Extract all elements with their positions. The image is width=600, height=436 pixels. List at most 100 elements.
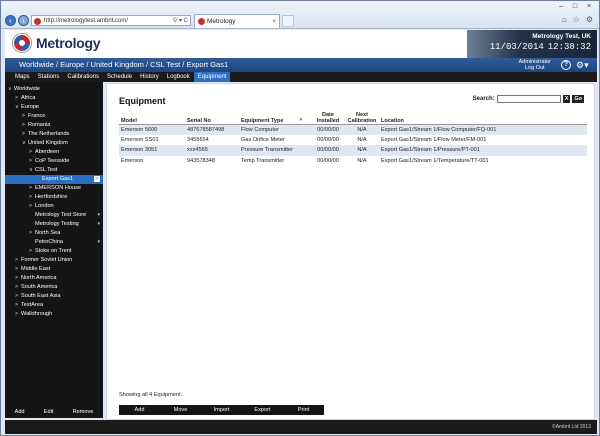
tree-node-label: PetroChina (35, 239, 63, 245)
address-bar[interactable]: http://metrologytest.ambrit.com/ ⚲ ▾ C (31, 15, 191, 26)
menu-schedule[interactable]: Schedule (103, 72, 136, 82)
col-type-label: Equipment Type (241, 117, 284, 124)
table-cell: N/A (357, 157, 367, 164)
tree-node[interactable]: > Hertfordshire (5, 193, 103, 202)
menu-logbook[interactable]: Logbook (163, 72, 194, 82)
tree-node[interactable]: > EMERSON House (5, 184, 103, 193)
sort-ascending-icon[interactable]: ^ (299, 118, 302, 124)
node-menu-icon[interactable]: ▾ (97, 238, 100, 247)
move-button[interactable]: Move (160, 405, 201, 415)
tree-node-label: France (28, 113, 46, 119)
tree-node-label: CoP Teesside (35, 158, 70, 164)
add-button[interactable]: Add (119, 405, 160, 415)
menu-calibrations[interactable]: Calibrations (63, 72, 103, 82)
breadcrumb[interactable]: Worldwide / Europe / United Kingdom / CS… (19, 60, 228, 69)
tree-node-label: North Sea (35, 230, 61, 236)
menu-stations[interactable]: Stations (34, 72, 64, 82)
tree-node[interactable]: Metrology Test Store ▾ (5, 211, 103, 220)
tree-node-label: The Netherlands (28, 131, 70, 137)
tree-node[interactable]: > The Netherlands (5, 130, 103, 139)
tree-node[interactable]: > North America (5, 274, 103, 283)
tree-node[interactable]: > London (5, 202, 103, 211)
table-row[interactable]: Emerson 3051 xxx4565 Pressure Transmitter 0… (119, 145, 587, 156)
tree-node-label: Metrology Testing (35, 221, 79, 227)
search-clear-button[interactable]: X (562, 95, 571, 103)
browser-tab[interactable]: Metrology × (194, 14, 280, 28)
home-icon[interactable]: ⌂ (562, 15, 567, 24)
table-cell: Emerson 5600 (119, 124, 185, 135)
col-type[interactable]: Equipment Type ^ (239, 110, 311, 125)
forward-button[interactable]: › (18, 15, 29, 26)
table-cell: 00/00/00 (317, 157, 339, 164)
current-time: 12:38:32 (547, 42, 591, 52)
sidebar-edit-button[interactable]: Edit (44, 409, 54, 415)
tab-title: Metrology (207, 18, 236, 25)
menu-maps[interactable]: Maps (11, 72, 34, 82)
browser-window: – □ × ‹ › http://metrologytest.ambrit.co… (0, 0, 600, 436)
tree-node[interactable]: > Former Soviet Union (5, 256, 103, 265)
table-header-row: Model Serial No Equipment Type ^ Date Ins… (119, 110, 587, 125)
tree-node[interactable]: > Walkthrough (5, 310, 103, 319)
node-menu-icon[interactable]: ▾ (97, 220, 100, 229)
minimize-button[interactable]: – (555, 3, 567, 11)
tree-node-label: Hertfordshire (35, 194, 68, 200)
help-icon[interactable]: ? (561, 60, 571, 70)
table-cell: Emerson (121, 157, 144, 164)
col-date-installed[interactable]: Date Installed (311, 110, 345, 125)
export-button[interactable]: Export (242, 405, 283, 415)
tree-node[interactable]: > France (5, 112, 103, 121)
table-row[interactable]: Emerson 943578348 Temp Transmitter 00/00/00… (119, 156, 587, 167)
tree-node[interactable]: > TestArea (5, 301, 103, 310)
tree-node-label: Former Soviet Union (21, 257, 73, 263)
action-bar: Add Move Import Export Print (119, 405, 324, 415)
sidebar-remove-button[interactable]: Remove (73, 409, 94, 415)
node-menu-icon[interactable]: ▾ (97, 211, 100, 220)
col-serial[interactable]: Serial No (185, 110, 239, 125)
tree-node[interactable]: Export Gas1 > (5, 175, 103, 184)
tree-node[interactable]: > North Sea (5, 229, 103, 238)
sidebar-add-button[interactable]: Add (15, 409, 25, 415)
favorites-icon[interactable]: ☆ (573, 15, 580, 24)
tree-node[interactable]: Metrology Testing ▾ (5, 220, 103, 229)
tree-node[interactable]: ∨ Europe (5, 103, 103, 112)
col-location[interactable]: Location (379, 110, 587, 125)
table-row[interactable]: Emerson SS01 3455654 Gas Orifice Meter 00/0… (119, 135, 587, 146)
table-row[interactable]: Emerson 5600 487678587498 Flow Computer 00/… (119, 124, 587, 135)
col-model[interactable]: Model (119, 110, 185, 125)
tree-node[interactable]: > Africa (5, 94, 103, 103)
tree-node[interactable]: > Middle East (5, 265, 103, 274)
tree-node[interactable]: > South America (5, 283, 103, 292)
tree-node[interactable]: > Romania (5, 121, 103, 130)
back-button[interactable]: ‹ (5, 15, 16, 26)
tab-close-icon[interactable]: × (272, 15, 276, 28)
address-actions[interactable]: ⚲ ▾ C (173, 16, 188, 25)
tree-node[interactable]: > CoP Teesside (5, 157, 103, 166)
new-tab-button[interactable] (282, 15, 294, 27)
search-go-button[interactable]: Go (572, 95, 584, 103)
tab-favicon-icon (198, 18, 205, 25)
tree-node[interactable]: > Stoke on Trent (5, 247, 103, 256)
user-box: Administrator Log Out (519, 59, 551, 71)
node-menu-icon[interactable]: > (94, 176, 100, 182)
tree-node[interactable]: ∨ Worldwide (5, 85, 103, 94)
tree-node[interactable]: > Aberdeen (5, 148, 103, 157)
menu-history[interactable]: History (136, 72, 163, 82)
print-button[interactable]: Print (283, 405, 324, 415)
tree-node[interactable]: PetroChina ▾ (5, 238, 103, 247)
maximize-button[interactable]: □ (569, 3, 581, 11)
metrology-logo-icon (13, 34, 31, 52)
logout-link[interactable]: Log Out (519, 65, 551, 71)
import-button[interactable]: Import (201, 405, 242, 415)
tree-node[interactable]: > South East Asia (5, 292, 103, 301)
tree-node[interactable]: ∨ CSL Test (5, 166, 103, 175)
close-window-button[interactable]: × (583, 3, 595, 11)
tree-node[interactable]: ∨ United Kingdom (5, 139, 103, 148)
browser-settings-icon[interactable]: ⚙ (586, 15, 593, 24)
col-next-calibration[interactable]: Next Calibration (345, 110, 379, 125)
table-cell: 00/00/00 (311, 124, 345, 135)
search-input[interactable] (496, 95, 561, 103)
tree-node-label: Walkthrough (21, 311, 53, 317)
menu-equipment[interactable]: Equipment (193, 72, 231, 82)
table-cell: N/A (345, 145, 379, 156)
settings-gear-icon[interactable]: ⚙▾ (576, 60, 591, 70)
